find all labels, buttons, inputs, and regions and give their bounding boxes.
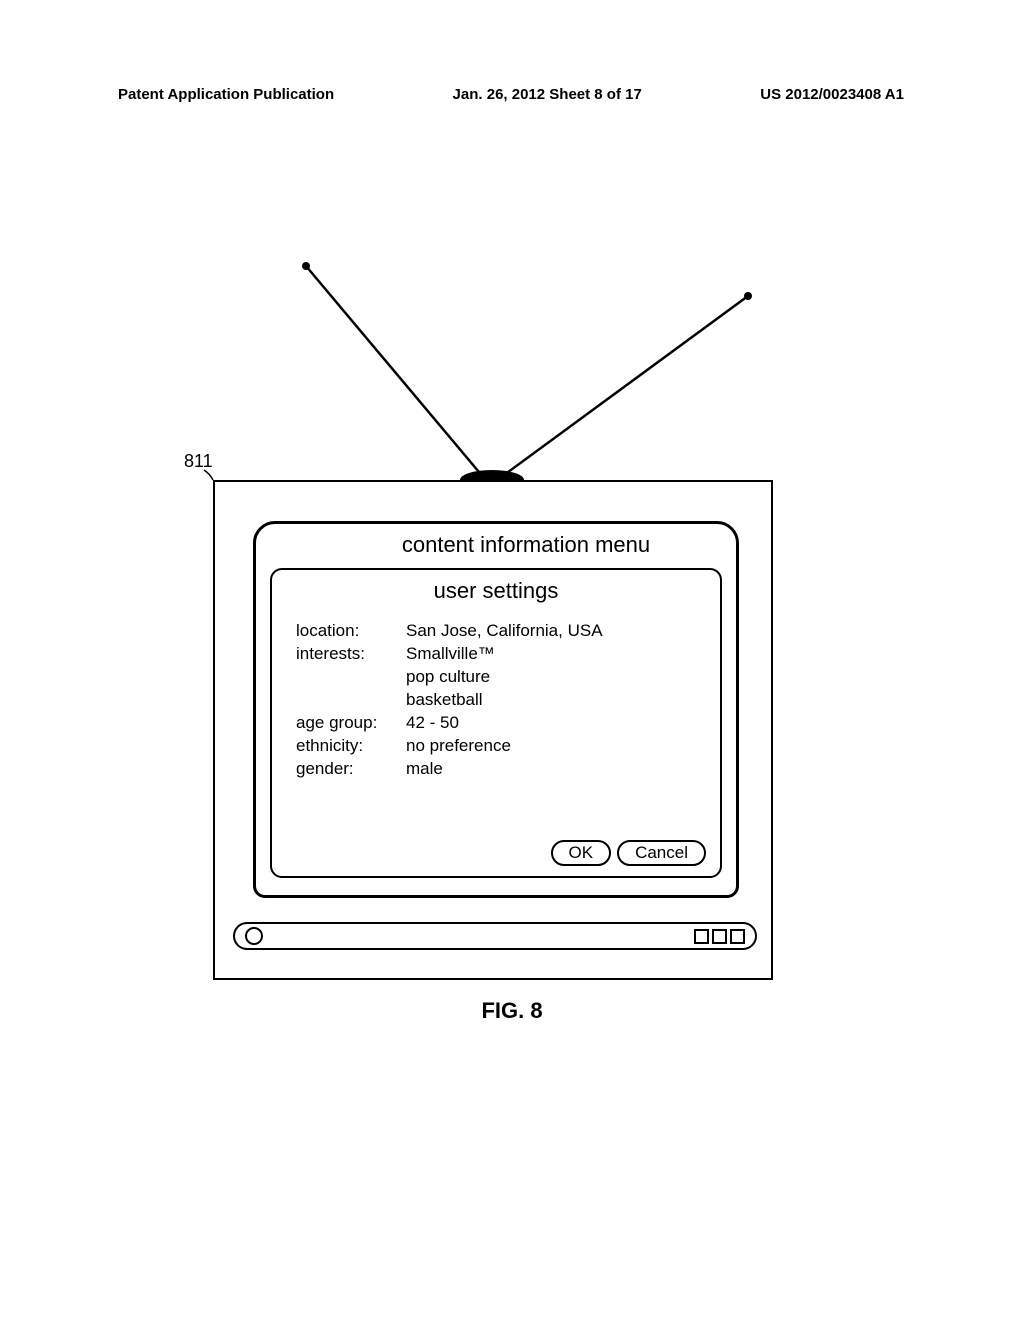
row-interests-2: pop culture bbox=[296, 666, 706, 689]
button-row: OK Cancel bbox=[551, 840, 706, 866]
user-settings-title: user settings bbox=[286, 578, 706, 604]
row-ethnicity: ethnicity: no preference bbox=[296, 735, 706, 758]
figure-caption: FIG. 8 bbox=[0, 998, 1024, 1024]
row-location: location: San Jose, California, USA bbox=[296, 620, 706, 643]
row-gender: gender: male bbox=[296, 758, 706, 781]
content-info-menu-panel: content information menu user settings l… bbox=[253, 521, 739, 898]
label-location: location: bbox=[296, 620, 406, 643]
value-ethnicity: no preference bbox=[406, 735, 511, 758]
cancel-button[interactable]: Cancel bbox=[617, 840, 706, 866]
tv-button-1[interactable] bbox=[694, 929, 709, 944]
page-header: Patent Application Publication Jan. 26, … bbox=[0, 86, 1024, 103]
label-interests: interests: bbox=[296, 643, 406, 666]
header-right: US 2012/0023408 A1 bbox=[760, 86, 904, 103]
user-settings-panel: user settings location: San Jose, Califo… bbox=[270, 568, 722, 878]
value-interests-2: pop culture bbox=[406, 666, 490, 689]
tv-buttons-group bbox=[694, 929, 745, 944]
header-left: Patent Application Publication bbox=[118, 86, 334, 103]
settings-table: location: San Jose, California, USA inte… bbox=[296, 620, 706, 781]
tv-button-3[interactable] bbox=[730, 929, 745, 944]
ref-label-811: 811 bbox=[184, 451, 213, 472]
row-interests-3: basketball bbox=[296, 689, 706, 712]
row-age: age group: 42 - 50 bbox=[296, 712, 706, 735]
ok-button[interactable]: OK bbox=[551, 840, 612, 866]
value-age: 42 - 50 bbox=[406, 712, 459, 735]
value-interests-1: Smallville™ bbox=[406, 643, 495, 666]
row-interests: interests: Smallville™ bbox=[296, 643, 706, 666]
tv-control-bar bbox=[233, 922, 757, 950]
value-gender: male bbox=[406, 758, 443, 781]
content-info-menu-title: content information menu bbox=[330, 532, 722, 558]
label-ethnicity: ethnicity: bbox=[296, 735, 406, 758]
tv-frame: content information menu user settings l… bbox=[213, 480, 773, 980]
power-knob-icon[interactable] bbox=[245, 927, 263, 945]
tv-button-2[interactable] bbox=[712, 929, 727, 944]
value-location: San Jose, California, USA bbox=[406, 620, 603, 643]
value-interests-3: basketball bbox=[406, 689, 483, 712]
label-age: age group: bbox=[296, 712, 406, 735]
header-center: Jan. 26, 2012 Sheet 8 of 17 bbox=[453, 86, 642, 103]
label-gender: gender: bbox=[296, 758, 406, 781]
